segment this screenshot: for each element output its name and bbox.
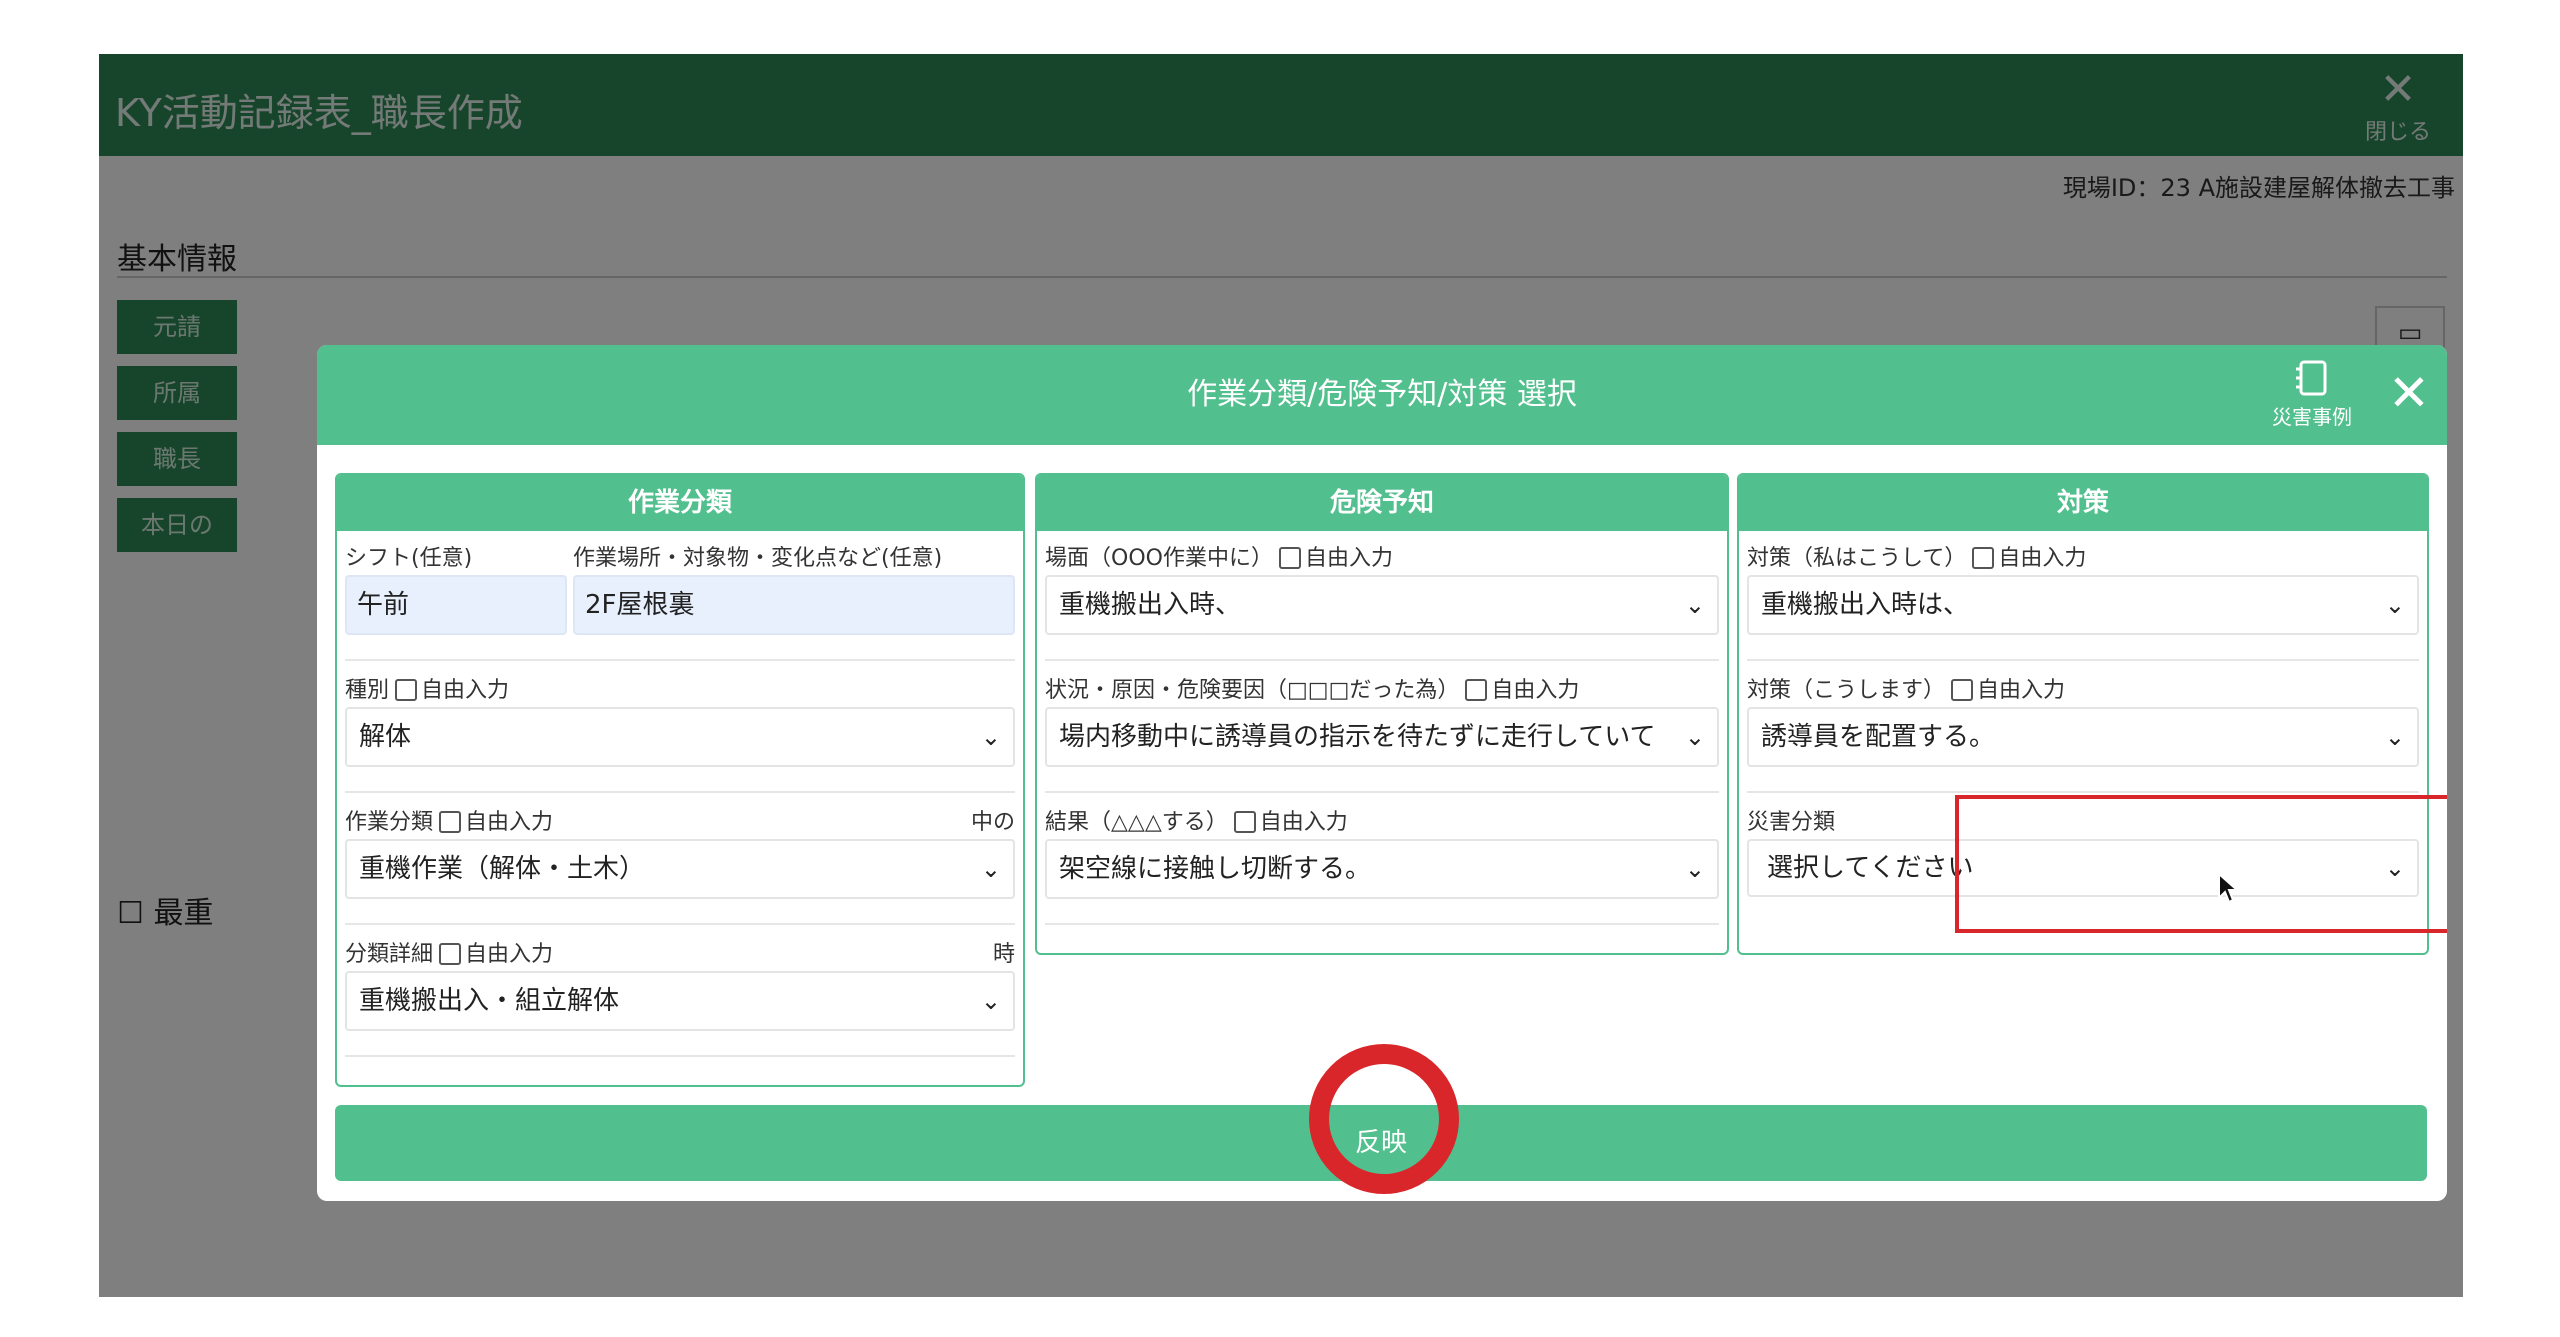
type-free-input-checkbox[interactable]	[395, 679, 418, 701]
cause-select[interactable]: 場内移動中に誘導員の指示を待たずに走行していて ⌄	[1045, 707, 1719, 767]
result-label: 結果（△△△する）	[1045, 810, 1228, 835]
measure1-label: 対策（私はこうして）	[1747, 546, 1967, 571]
scene-select[interactable]: 重機搬出入時、 ⌄	[1045, 575, 1719, 635]
result-free-input-label: 自由入力	[1259, 810, 1348, 835]
category-free-input-label: 自由入力	[465, 810, 554, 835]
app-window: KY活動記録表_職長作成 ✕ 閉じる 現場ID：23 A施設建屋解体撤去工事 基…	[99, 54, 2463, 1297]
chevron-down-icon: ⌄	[980, 723, 1001, 751]
measure1-field: 対策（私はこうして） 自由入力 重機搬出入時は、 ⌄	[1747, 543, 2419, 635]
chevron-down-icon: ⌄	[2384, 723, 2405, 751]
detail-free-input-label: 自由入力	[465, 942, 554, 967]
chevron-down-icon: ⌄	[1684, 591, 1705, 619]
shift-label: シフト(任意)	[345, 546, 473, 571]
shift-location-labels: シフト(任意) 作業場所・対象物・変化点など(任意)	[345, 543, 1015, 575]
type-select[interactable]: 解体 ⌄	[345, 707, 1015, 767]
modal-header: 作業分類/危険予知/対策 選択 災害事例 ✕	[317, 345, 2447, 445]
chevron-down-icon: ⌄	[980, 987, 1001, 1015]
detail-field: 分類詳細 自由入力 時 重機搬出入・組立解体 ⌄	[345, 939, 1015, 1031]
modal-title: 作業分類/危険予知/対策 選択	[1187, 377, 1577, 412]
category-free-input-checkbox[interactable]	[439, 811, 462, 833]
result-select[interactable]: 架空線に接触し切断する。 ⌄	[1045, 839, 1719, 899]
highlight-box	[1955, 795, 2447, 933]
disaster-examples-label: 災害事例	[2272, 405, 2352, 429]
detail-right-text: 時	[992, 942, 1015, 967]
work-classification-panel: 作業分類 シフト(任意) 作業場所・対象物・変化点など(任意) 午前 2F屋根裏…	[335, 473, 1025, 1087]
work-panel-header: 作業分類	[337, 475, 1023, 531]
result-free-input-checkbox[interactable]	[1233, 811, 1256, 833]
hazard-panel-header: 危険予知	[1037, 475, 1727, 531]
location-label: 作業場所・対象物・変化点など(任意)	[573, 546, 943, 571]
disaster-examples-button[interactable]: 災害事例	[2257, 359, 2367, 431]
close-icon: ✕	[2388, 364, 2430, 422]
type-free-input-label: 自由入力	[421, 678, 510, 703]
location-input[interactable]: 2F屋根裏	[573, 575, 1015, 635]
measure2-field: 対策（こうします） 自由入力 誘導員を配置する。 ⌄	[1747, 675, 2419, 767]
chevron-down-icon: ⌄	[2384, 591, 2405, 619]
measure1-free-input-checkbox[interactable]	[1972, 547, 1995, 569]
cause-free-input-checkbox[interactable]	[1465, 679, 1488, 701]
result-field: 結果（△△△する） 自由入力 架空線に接触し切断する。 ⌄	[1045, 807, 1719, 899]
measure1-select[interactable]: 重機搬出入時は、 ⌄	[1747, 575, 2419, 635]
cause-label: 状況・原因・危険要因（□□□だった為）	[1045, 678, 1460, 703]
type-label: 種別	[345, 678, 390, 703]
category-right-text: 中の	[970, 810, 1015, 835]
notebook-icon	[2296, 360, 2327, 396]
measure2-free-input-label: 自由入力	[1977, 678, 2066, 703]
cause-free-input-label: 自由入力	[1491, 678, 1580, 703]
chevron-down-icon: ⌄	[1684, 855, 1705, 883]
measure-panel-header: 対策	[1739, 475, 2427, 531]
annotation-circle	[1309, 1044, 1459, 1194]
measure2-label: 対策（こうします）	[1747, 678, 1946, 703]
type-field: 種別 自由入力 解体 ⌄	[345, 675, 1015, 767]
measure1-free-input-label: 自由入力	[1998, 546, 2087, 571]
scene-free-input-label: 自由入力	[1304, 546, 1393, 571]
detail-label: 分類詳細	[345, 942, 434, 967]
scene-label: 場面（OOO作業中に）	[1045, 546, 1273, 571]
scene-field: 場面（OOO作業中に） 自由入力 重機搬出入時、 ⌄	[1045, 543, 1719, 635]
shift-input[interactable]: 午前	[345, 575, 567, 635]
chevron-down-icon: ⌄	[980, 855, 1001, 883]
mouse-cursor-icon	[2217, 871, 2240, 908]
detail-free-input-checkbox[interactable]	[439, 943, 462, 965]
chevron-down-icon: ⌄	[1684, 723, 1705, 751]
hazard-prediction-panel: 危険予知 場面（OOO作業中に） 自由入力 重機搬出入時、 ⌄ 状況・原因・危険要因…	[1035, 473, 1729, 955]
category-field: 作業分類 自由入力 中の 重機作業（解体・土木） ⌄	[345, 807, 1015, 899]
disaster-category-label: 災害分類	[1747, 810, 1836, 835]
detail-select[interactable]: 重機搬出入・組立解体 ⌄	[345, 971, 1015, 1031]
modal-close-button[interactable]: ✕	[2381, 363, 2437, 423]
measure2-free-input-checkbox[interactable]	[1951, 679, 1974, 701]
cause-field: 状況・原因・危険要因（□□□だった為） 自由入力 場内移動中に誘導員の指示を待たず…	[1045, 675, 1719, 767]
category-label: 作業分類	[345, 810, 434, 835]
measure2-select[interactable]: 誘導員を配置する。 ⌄	[1747, 707, 2419, 767]
scene-free-input-checkbox[interactable]	[1278, 547, 1301, 569]
category-select[interactable]: 重機作業（解体・土木） ⌄	[345, 839, 1015, 899]
